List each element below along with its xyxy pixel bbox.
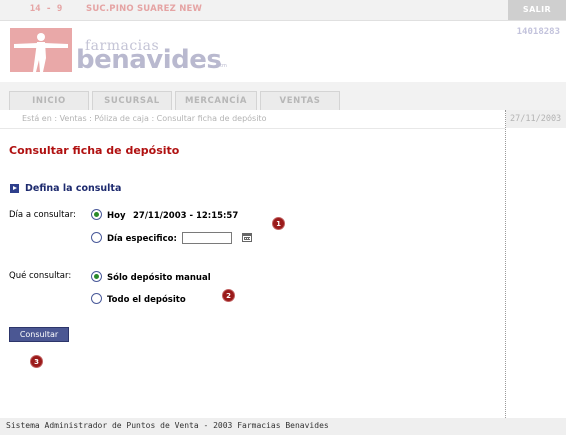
radio-today[interactable]: [91, 209, 102, 220]
tab-sucursal[interactable]: SUCURSAL: [92, 91, 172, 110]
manual-deposit-label: Sólo depósito manual: [107, 273, 211, 283]
step-marker-1: 1: [272, 217, 285, 230]
radio-manual-deposit[interactable]: [91, 271, 102, 282]
step-marker-3: 3: [30, 355, 43, 368]
divider: [505, 110, 506, 418]
branch-id: 14 - 9: [29, 4, 63, 14]
query-type-label: Qué consultar:: [9, 271, 72, 281]
calendar-icon[interactable]: [242, 233, 252, 242]
logo-trademark: tm: [220, 63, 227, 69]
today-label: Hoy: [107, 211, 126, 221]
all-deposit-label: Todo el depósito: [107, 295, 186, 305]
page-title: Consultar ficha de depósito: [9, 144, 180, 157]
consultar-button[interactable]: Consultar: [9, 327, 69, 342]
top-bar: [0, 0, 566, 21]
logo: farmacias benavides tm: [10, 27, 227, 75]
today-datetime: 27/11/2003 - 12:15:57: [133, 211, 239, 221]
tab-inicio[interactable]: INICIO: [9, 91, 89, 110]
tab-mercancia[interactable]: MERCANCÍA: [175, 91, 257, 110]
radio-all-deposit[interactable]: [91, 293, 102, 304]
breadcrumb: Está en : Ventas : Póliza de caja : Cons…: [22, 114, 267, 123]
branch-name: SUC.PINO SUAREZ NEW: [86, 4, 203, 14]
step-marker-2: 2: [222, 289, 235, 302]
specific-day-label: Día especifico:: [107, 234, 177, 244]
logo-figure-icon: [10, 28, 72, 72]
arrow-right-icon: [10, 184, 19, 193]
footer-text: Sistema Administrador de Puntos de Venta…: [6, 421, 329, 430]
current-date: 27/11/2003: [506, 110, 566, 128]
section-title: Defina la consulta: [25, 183, 122, 194]
tab-ventas[interactable]: VENTAS: [260, 91, 340, 110]
day-label: Día a consultar:: [9, 210, 76, 220]
specific-day-input[interactable]: [182, 232, 232, 244]
logo-text-line2: benavides: [76, 45, 222, 75]
radio-specific-day[interactable]: [91, 232, 102, 243]
logout-button[interactable]: SALIR: [508, 0, 566, 20]
user-id: 14018283: [516, 27, 560, 37]
